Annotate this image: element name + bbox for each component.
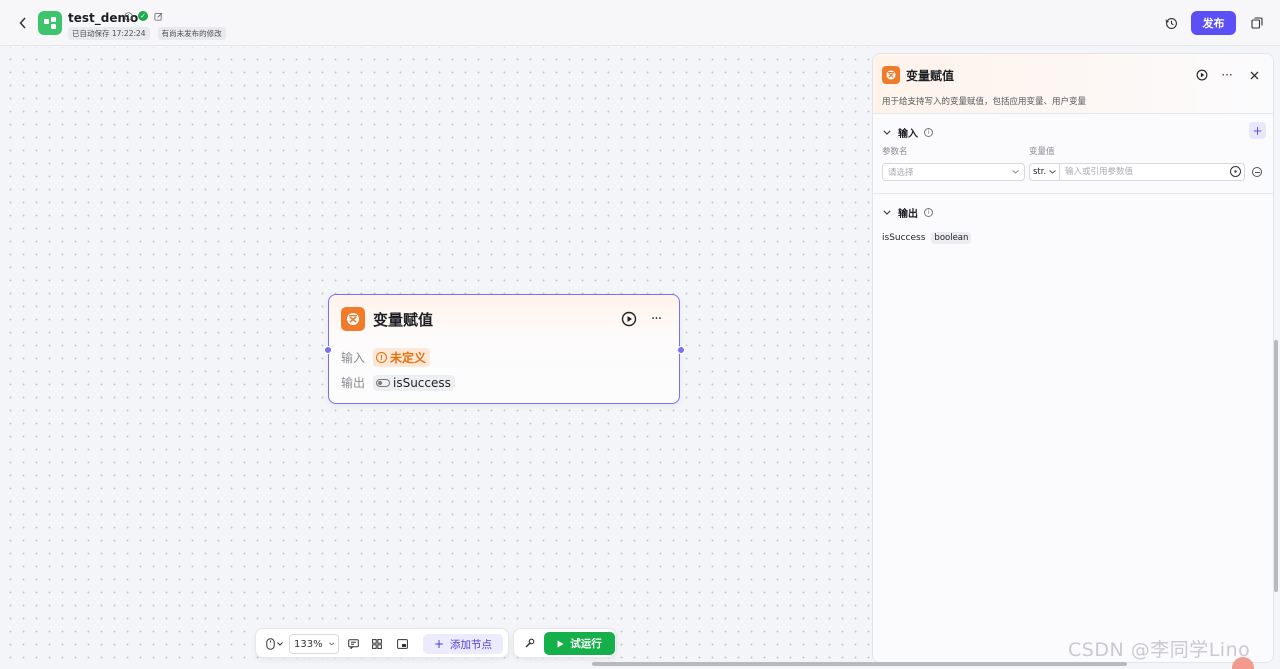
remove-param-icon[interactable] [1252, 167, 1262, 177]
app-logo-icon [38, 11, 62, 35]
top-header: test_demo ✓ 已自动保存 17:22:24 有尚未发布的修改 发布 [0, 0, 1280, 46]
horizontal-scrollbar[interactable] [592, 662, 1127, 666]
input-section-header[interactable]: 输入 i [882, 125, 933, 140]
back-icon[interactable] [14, 12, 32, 34]
auto-layout-icon[interactable] [368, 634, 386, 654]
chevron-down-icon [276, 642, 283, 646]
output-tag: isSuccess [373, 374, 455, 391]
canvas-toolbar: 133% + 添加节点 [255, 628, 509, 658]
output-section-header[interactable]: 输出 i [882, 205, 933, 220]
chevron-down-icon [1049, 170, 1056, 174]
value-type-select[interactable]: str. [1029, 163, 1060, 181]
autosave-badge: 已自动保存 17:22:24 [68, 27, 150, 40]
trial-run-label: 试运行 [570, 638, 602, 650]
node-title: 变量赋值 [373, 311, 434, 329]
output-tag-text: isSuccess [393, 375, 451, 390]
trial-run-button[interactable]: 试运行 [544, 632, 615, 655]
variable-assign-node[interactable]: 变量赋值 ··· 输入 ! 未定义 输出 isSuccess [328, 294, 680, 404]
chevron-down-icon[interactable] [882, 210, 892, 215]
debug-tools-icon[interactable] [520, 633, 538, 653]
param-name-select[interactable]: 请选择 [882, 163, 1025, 181]
output-variable-row: isSuccess boolean [882, 232, 972, 244]
run-toolbar: 试运行 [513, 628, 617, 658]
param-value-header: 变量值 [1029, 147, 1055, 157]
node-config-panel: 变量赋值 用于给支持写入的变量赋值，包括应用变量、用户变量 ··· 输入 i +… [872, 53, 1274, 663]
copy-icon[interactable] [1247, 13, 1267, 33]
panel-more-icon[interactable]: ··· [1218, 66, 1236, 84]
publish-button[interactable]: 发布 [1191, 11, 1236, 35]
add-param-button[interactable]: + [1249, 122, 1266, 139]
history-icon[interactable] [1161, 13, 1181, 33]
node-run-icon[interactable] [620, 310, 638, 328]
zoom-select[interactable]: 133% [289, 634, 339, 654]
variable-assign-icon [341, 307, 365, 331]
output-variable-type: boolean [931, 232, 972, 244]
info-icon[interactable]: i [924, 128, 933, 137]
zoom-value: 133% [294, 638, 323, 650]
undefined-input-text: 未定义 [390, 351, 427, 365]
input-section-title: 输入 [898, 129, 918, 140]
node-input-label: 输入 [341, 351, 366, 365]
output-port[interactable] [677, 346, 685, 354]
undefined-input-tag: ! 未定义 [373, 348, 431, 367]
variable-assign-icon [882, 66, 900, 84]
minimap-icon[interactable] [393, 634, 411, 654]
panel-title: 变量赋值 [906, 69, 955, 83]
input-port[interactable] [324, 346, 332, 354]
watermark: CSDN @李同学Lino [1068, 639, 1251, 661]
chevron-down-icon [328, 642, 334, 646]
edit-icon[interactable] [153, 11, 163, 21]
value-type-text: str. [1033, 167, 1047, 177]
param-value-input[interactable] [1060, 163, 1245, 181]
node-more-icon[interactable]: ··· [647, 310, 665, 328]
panel-header: 变量赋值 用于给支持写入的变量赋值，包括应用变量、用户变量 ··· [873, 54, 1273, 114]
play-icon [557, 640, 564, 647]
comment-icon[interactable] [344, 634, 362, 654]
unpublished-badge: 有尚未发布的修改 [157, 27, 226, 40]
info-icon[interactable]: i [924, 208, 933, 217]
param-name-placeholder: 请选择 [888, 168, 914, 178]
plus-icon: + [433, 637, 445, 651]
vertical-scrollbar[interactable] [1274, 340, 1278, 592]
published-check-icon: ✓ [138, 11, 148, 21]
info-icon[interactable] [123, 11, 133, 21]
add-node-label: 添加节点 [450, 638, 493, 651]
output-section-title: 输出 [898, 209, 918, 220]
mouse-mode-button[interactable] [262, 634, 286, 654]
panel-run-icon[interactable] [1193, 66, 1211, 84]
node-output-label: 输出 [341, 376, 366, 390]
output-variable-name: isSuccess [882, 233, 926, 243]
section-divider [873, 193, 1273, 194]
chevron-down-icon [1012, 170, 1019, 174]
close-icon[interactable] [1245, 66, 1263, 84]
reference-variable-icon[interactable] [1230, 166, 1241, 177]
add-node-button[interactable]: + 添加节点 [423, 634, 503, 654]
warning-icon: ! [376, 352, 387, 363]
chevron-down-icon[interactable] [882, 130, 892, 135]
panel-description: 用于给支持写入的变量赋值，包括应用变量、用户变量 [882, 97, 1087, 107]
boolean-toggle-icon [376, 378, 390, 387]
param-name-header: 参数名 [882, 147, 908, 157]
